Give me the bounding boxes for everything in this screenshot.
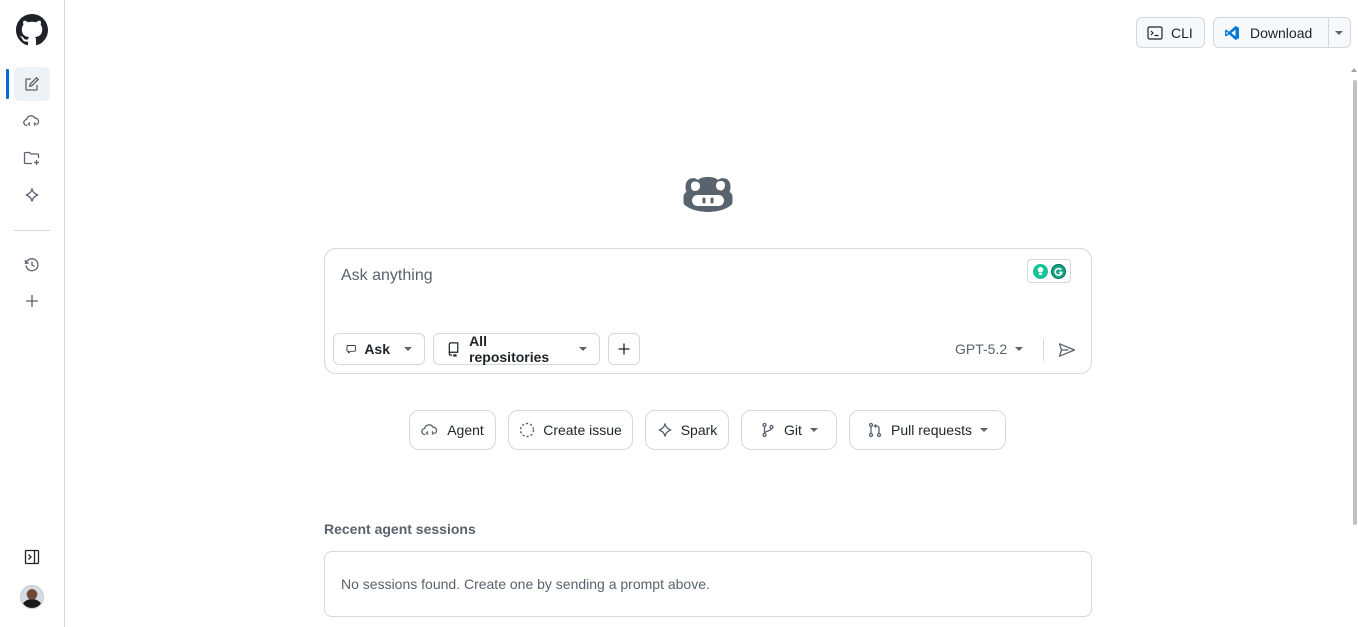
chip-spark-label: Spark: [680, 422, 718, 438]
scrollbar-thumb[interactable]: [1353, 80, 1357, 525]
chip-pull-requests[interactable]: Pull requests: [849, 410, 1006, 450]
folder-plus-icon: [23, 151, 40, 165]
caret-down-icon: [1015, 347, 1024, 351]
chip-pull-requests-label: Pull requests: [891, 422, 972, 438]
scroll-up-arrow-icon[interactable]: [1351, 68, 1357, 72]
grammarly-g-icon: [1050, 263, 1066, 279]
lightbulb-icon: [1032, 263, 1048, 279]
download-button[interactable]: Download: [1224, 18, 1328, 47]
cli-label: CLI: [1171, 24, 1193, 41]
mode-select-button[interactable]: Ask: [333, 333, 425, 365]
git-branch-icon: [762, 422, 774, 438]
sidebar: [0, 0, 65, 627]
divider: [1043, 339, 1044, 361]
recent-sessions-heading: Recent agent sessions: [324, 521, 476, 537]
github-logo-icon[interactable]: [16, 14, 48, 46]
scrollbar[interactable]: [1351, 0, 1358, 627]
chip-create-issue[interactable]: Create issue: [508, 410, 633, 450]
repository-label: All repositories: [469, 333, 550, 365]
add-context-button[interactable]: [608, 333, 640, 365]
sidebar-item-spark[interactable]: [14, 178, 50, 212]
caret-down-icon: [1335, 30, 1344, 35]
caret-down-icon: [404, 347, 412, 351]
copilot-logo-icon: [683, 174, 733, 214]
sidebar-divider: [14, 230, 50, 231]
model-label: GPT-5.2: [955, 341, 1008, 357]
sidebar-expand-button[interactable]: [14, 540, 50, 574]
chip-create-issue-label: Create issue: [543, 422, 622, 438]
chip-git[interactable]: Git: [741, 410, 837, 450]
caret-down-icon: [579, 347, 587, 351]
caret-down-icon: [809, 428, 818, 432]
send-icon: [1058, 343, 1076, 357]
sidebar-item-new-chat[interactable]: [14, 67, 50, 101]
mode-label: Ask: [364, 341, 390, 357]
caret-down-icon: [979, 428, 988, 432]
repo-icon: [448, 342, 459, 357]
chip-agent-label: Agent: [447, 422, 484, 438]
prompt-box: Ask All repositories GPT-5.2: [324, 248, 1092, 374]
avatar[interactable]: [20, 585, 44, 609]
download-options-dropdown[interactable]: [1327, 18, 1350, 47]
active-indicator: [6, 69, 9, 99]
plus-icon: [26, 295, 38, 307]
sidebar-item-spaces[interactable]: [14, 141, 50, 175]
spark-icon: [25, 188, 39, 202]
sidebar-item-new[interactable]: [14, 284, 50, 318]
chip-git-label: Git: [784, 422, 802, 438]
comment-icon: [346, 345, 356, 354]
spark-icon: [657, 423, 672, 437]
sidebar-item-agents[interactable]: [14, 104, 50, 138]
model-select[interactable]: GPT-5.2: [955, 341, 1024, 357]
recent-sessions-panel: No sessions found. Create one by sending…: [324, 551, 1092, 617]
sidebar-expand-icon: [24, 549, 40, 565]
grammarly-widget[interactable]: [1027, 259, 1071, 283]
pull-request-icon: [868, 422, 882, 438]
chip-agent[interactable]: Agent: [409, 410, 496, 450]
cloud-agent-icon: [421, 424, 438, 436]
prompt-input[interactable]: [341, 267, 1001, 285]
history-icon: [24, 258, 39, 272]
repository-select-button[interactable]: All repositories: [433, 333, 600, 365]
empty-state-text: No sessions found. Create one by sending…: [341, 576, 710, 592]
dashed-circle-icon: [520, 422, 535, 438]
download-button-group: Download: [1213, 17, 1351, 48]
cli-button[interactable]: CLI: [1136, 17, 1205, 48]
vscode-icon: [1225, 25, 1239, 40]
pencil-square-icon: [25, 76, 40, 91]
terminal-icon: [1147, 25, 1163, 40]
send-button[interactable]: [1055, 338, 1079, 362]
plus-icon: [618, 343, 630, 355]
chip-spark[interactable]: Spark: [645, 410, 729, 450]
sidebar-item-history[interactable]: [14, 248, 50, 282]
download-label: Download: [1250, 24, 1313, 41]
cloud-agent-icon: [23, 115, 40, 127]
